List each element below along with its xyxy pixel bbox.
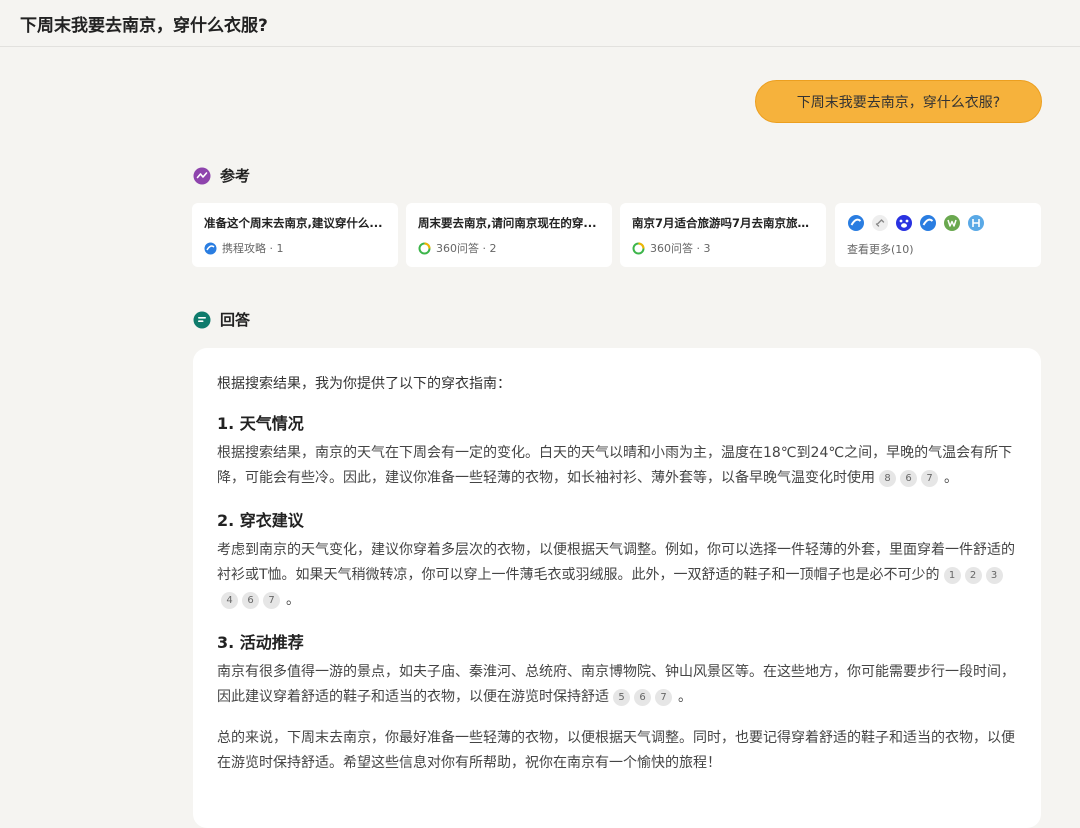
reference-card[interactable]: 南京7月适合旅游吗7月去南京旅游... 360问答 · 3 — [620, 203, 826, 267]
section-text: 根据搜索结果，南京的天气在下周会有一定的变化。白天的天气以晴和小雨为主，温度在1… — [217, 445, 1013, 487]
mi-icon — [968, 215, 984, 231]
reference-source: 360问答 · 2 — [418, 240, 600, 256]
see-more-card[interactable]: 查看更多(10) — [835, 203, 1041, 267]
citation-badge[interactable]: 8 — [879, 470, 896, 487]
citation-badge[interactable]: 6 — [242, 592, 259, 609]
ctrip-icon — [848, 215, 864, 231]
reference-icon — [193, 167, 211, 184]
see-more-link: 查看更多(10) — [847, 243, 914, 256]
citation-badge[interactable]: 6 — [634, 689, 651, 706]
source-icons — [847, 214, 1029, 232]
citation-badge[interactable]: 3 — [985, 567, 1003, 584]
section-title: 3. 活动推荐 — [217, 633, 304, 652]
citation-badge[interactable]: 1 — [943, 567, 961, 584]
references-heading: 参考 — [193, 165, 250, 186]
section-text: 南京有很多值得一游的景点，如夫子庙、秦淮河、总统府、南京博物院、钟山风景区等。在… — [217, 664, 1015, 706]
answer-heading-label: 回答 — [220, 311, 251, 329]
answer-heading: 回答 — [193, 309, 250, 330]
wiki-icon — [944, 215, 960, 231]
answer-intro: 根据搜索结果，我为你提供了以下的穿衣指南： — [217, 376, 511, 392]
360-icon — [632, 242, 645, 254]
reference-title: 周末要去南京,请问南京现在的穿... — [418, 216, 597, 230]
ctrip-icon — [204, 242, 217, 254]
top-bar: 下周末我要去南京，穿什么衣服? — [0, 0, 1080, 47]
reference-title: 准备这个周末去南京,建议穿什么... — [204, 216, 383, 230]
citation-badge[interactable]: 4 — [221, 592, 238, 609]
answer-box: 根据搜索结果，我为你提供了以下的穿衣指南： 1. 天气情况 根据搜索结果，南京的… — [193, 348, 1041, 828]
reference-source: 360问答 · 3 — [632, 240, 814, 256]
reference-card[interactable]: 周末要去南京,请问南京现在的穿... 360问答 · 2 — [406, 203, 612, 267]
ctrip-icon — [920, 215, 936, 231]
citation-badge[interactable]: 5 — [613, 689, 630, 706]
page-title: 下周末我要去南京，穿什么衣服? — [20, 16, 268, 36]
section-text: 考虑到南京的天气变化，建议你穿着多层次的衣物，以便根据天气调整。例如，你可以选择… — [217, 542, 1015, 609]
answer-icon — [193, 311, 211, 328]
baidu-icon — [896, 215, 912, 231]
citation-badge[interactable]: 7 — [263, 592, 280, 609]
citation-badge[interactable]: 7 — [921, 470, 938, 487]
reference-source: 携程攻略 · 1 — [204, 240, 386, 256]
user-message-bubble: 下周末我要去南京，穿什么衣服? — [755, 80, 1042, 123]
references-heading-label: 参考 — [220, 167, 251, 185]
section-title: 2. 穿衣建议 — [217, 511, 304, 530]
citation-badge[interactable]: 2 — [964, 567, 982, 584]
reference-card[interactable]: 准备这个周末去南京,建议穿什么... 携程攻略 · 1 — [192, 203, 398, 267]
section-title: 1. 天气情况 — [217, 414, 304, 433]
reference-title: 南京7月适合旅游吗7月去南京旅游... — [632, 216, 814, 230]
citation-badge[interactable]: 7 — [655, 689, 672, 706]
answer-summary: 总的来说，下周末去南京，你最好准备一些轻薄的衣物，以便根据天气调整。同时，也要记… — [217, 730, 1015, 771]
link-icon — [872, 215, 888, 231]
citation-badge[interactable]: 6 — [900, 470, 917, 487]
360-icon — [418, 242, 431, 254]
